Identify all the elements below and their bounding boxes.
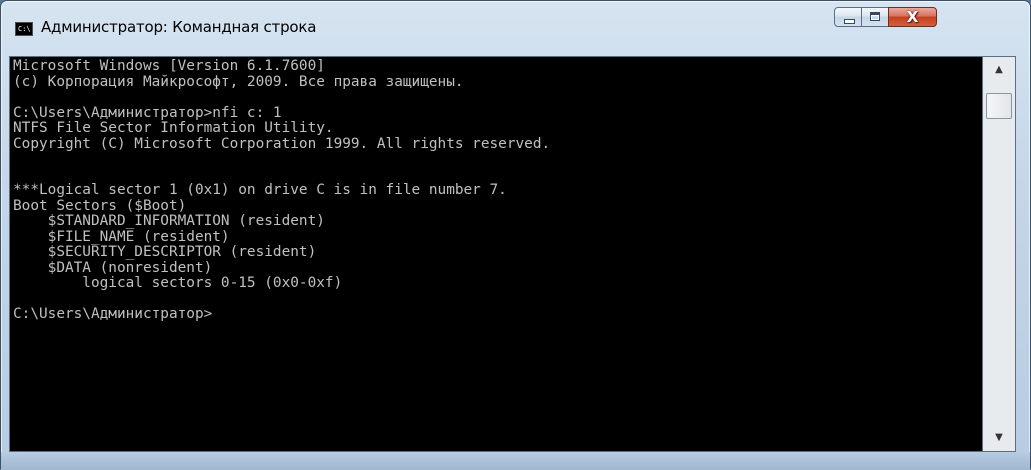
console-line: $FILE_NAME (resident) bbox=[13, 228, 230, 245]
console-line: logical sectors 0-15 (0x0-0xf) bbox=[13, 275, 343, 291]
maximize-button[interactable] bbox=[861, 7, 889, 27]
console-line: $STANDARD_INFORMATION (resident) bbox=[13, 213, 325, 229]
console-line: Copyright (C) Microsoft Corporation 1999… bbox=[13, 135, 551, 152]
console-line: Boot Sectors ($Boot) bbox=[13, 197, 187, 214]
close-icon: X bbox=[906, 8, 919, 26]
console-line: C:\Users\Администратор> bbox=[13, 306, 213, 322]
console-line: NTFS File Sector Information Utility. bbox=[13, 120, 334, 136]
console-line: C:\Users\Администратор>nfi c: 1 bbox=[13, 104, 282, 121]
maximize-icon bbox=[870, 12, 880, 21]
console-line: $DATA (nonresident) bbox=[13, 259, 213, 276]
console-line: (c) Корпорация Майкрософт, 2009. Все пра… bbox=[13, 73, 464, 90]
close-button[interactable]: X bbox=[888, 7, 937, 27]
minimize-icon bbox=[844, 19, 855, 24]
cmd-app-icon[interactable]: C:\ bbox=[15, 22, 33, 36]
title-bar[interactable]: C:\ Администратор: Командная строка X bbox=[1, 1, 1030, 59]
console-output-area[interactable]: Microsoft Windows [Version 6.1.7600] (c)… bbox=[9, 56, 983, 452]
console-line: ***Logical sector 1 (0x1) on drive C is … bbox=[13, 182, 507, 198]
console-line: Microsoft Windows [Version 6.1.7600] bbox=[13, 58, 325, 74]
window-title: Администратор: Командная строка bbox=[41, 18, 317, 36]
vertical-scrollbar[interactable]: ▲ ▼ bbox=[983, 56, 1016, 452]
minimize-button[interactable] bbox=[834, 7, 862, 27]
command-prompt-window: C:\ Администратор: Командная строка X Mi… bbox=[0, 0, 1031, 470]
scroll-down-arrow-icon[interactable]: ▼ bbox=[983, 425, 1015, 451]
scroll-up-arrow-icon[interactable]: ▲ bbox=[983, 57, 1015, 83]
console-line: $SECURITY_DESCRIPTOR (resident) bbox=[13, 244, 317, 260]
console-text: Microsoft Windows [Version 6.1.7600] (c)… bbox=[10, 57, 982, 323]
window-bottom-border bbox=[1, 452, 1030, 470]
cmd-app-icon-text: C:\ bbox=[18, 25, 31, 33]
scrollbar-thumb[interactable] bbox=[986, 93, 1012, 119]
